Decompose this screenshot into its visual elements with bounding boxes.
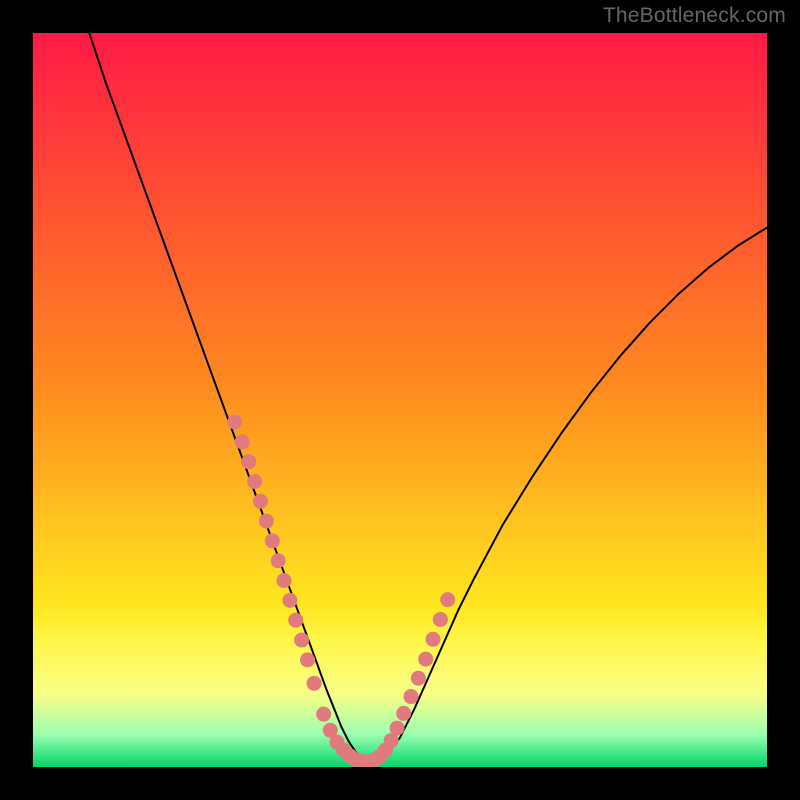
data-dot	[235, 434, 250, 449]
data-dot	[277, 573, 292, 588]
data-dot	[247, 474, 262, 489]
data-dot	[227, 415, 242, 430]
data-dot	[433, 612, 448, 627]
data-dot	[418, 652, 433, 667]
data-dot	[440, 592, 455, 607]
gradient-background	[33, 33, 767, 767]
data-dot	[426, 632, 441, 647]
data-dot	[411, 671, 426, 686]
data-dot	[404, 689, 419, 704]
data-dot	[259, 514, 274, 529]
data-dot	[288, 613, 303, 628]
data-dot	[271, 553, 286, 568]
data-dot	[241, 454, 256, 469]
data-dot	[316, 707, 331, 722]
data-dot	[265, 533, 280, 548]
chart-frame: TheBottleneck.com	[0, 0, 800, 800]
data-dot	[390, 721, 405, 736]
data-dot	[282, 593, 297, 608]
data-dot	[294, 633, 309, 648]
data-dot	[396, 706, 411, 721]
bottleneck-chart	[33, 33, 767, 767]
watermark-text: TheBottleneck.com	[603, 4, 786, 28]
data-dot	[307, 676, 322, 691]
data-dot	[253, 494, 268, 509]
data-dot	[300, 652, 315, 667]
